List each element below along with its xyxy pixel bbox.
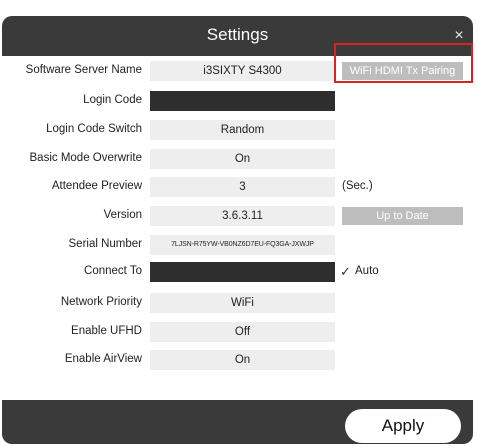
dialog-footer: Apply [2,400,473,444]
settings-dialog: Settings × Software Server Name i3SIXTY … [2,16,473,444]
connect-to-field[interactable] [150,262,335,282]
serial-number-label: Serial Number [68,238,143,250]
attendee-preview-unit: (Sec.) [342,180,373,192]
software-server-name-field[interactable]: i3SIXTY S4300 [150,61,335,81]
login-code-label: Login Code [83,94,142,106]
attendee-preview-field[interactable]: 3 [150,177,335,197]
login-code-switch-label: Login Code Switch [46,123,142,135]
enable-airview-label: Enable AirView [64,353,142,365]
up-to-date-button[interactable]: Up to Date [342,207,463,225]
software-server-name-label: Software Server Name [25,64,142,76]
row-serial-number: Serial Number 7LJSN-R75YW-VB0NZ6D7EU-FQ3… [2,235,473,255]
version-value: 3.6.3.11 [150,206,335,226]
network-priority-label: Network Priority [60,296,142,308]
pairing-highlight-box [334,43,473,83]
apply-button[interactable]: Apply [345,409,461,443]
login-code-field[interactable] [150,91,335,111]
row-basic-mode-overwrite: Basic Mode Overwrite On [2,149,473,169]
row-network-priority: Network Priority WiFi [2,293,473,313]
row-version: Version 3.6.3.11 Up to Date [2,206,473,226]
login-code-switch-select[interactable]: Random [150,120,335,140]
attendee-preview-label: Attendee Preview [51,180,142,192]
auto-checkbox-label: Auto [355,265,379,277]
dialog-title: Settings [206,25,269,44]
enable-airview-select[interactable]: On [150,350,335,370]
enable-ufhd-label: Enable UFHD [71,325,142,337]
row-login-code-switch: Login Code Switch Random [2,120,473,140]
enable-ufhd-select[interactable]: Off [150,322,335,342]
row-connect-to: Connect To ✓ Auto [2,262,473,282]
row-enable-airview: Enable AirView On [2,350,473,370]
row-login-code: Login Code [2,91,473,111]
connect-to-label: Connect To [84,265,142,277]
auto-checkbox[interactable]: ✓ Auto [340,262,390,282]
serial-number-value: 7LJSN-R75YW-VB0NZ6D7EU-FQ3GA-JXWJP [150,235,335,255]
checkmark-icon: ✓ [340,264,351,279]
version-label: Version [103,209,142,221]
basic-mode-overwrite-select[interactable]: On [150,149,335,169]
row-enable-ufhd: Enable UFHD Off [2,322,473,342]
network-priority-select[interactable]: WiFi [150,293,335,313]
row-attendee-preview: Attendee Preview 3 (Sec.) [2,177,473,197]
basic-mode-overwrite-label: Basic Mode Overwrite [29,152,142,164]
